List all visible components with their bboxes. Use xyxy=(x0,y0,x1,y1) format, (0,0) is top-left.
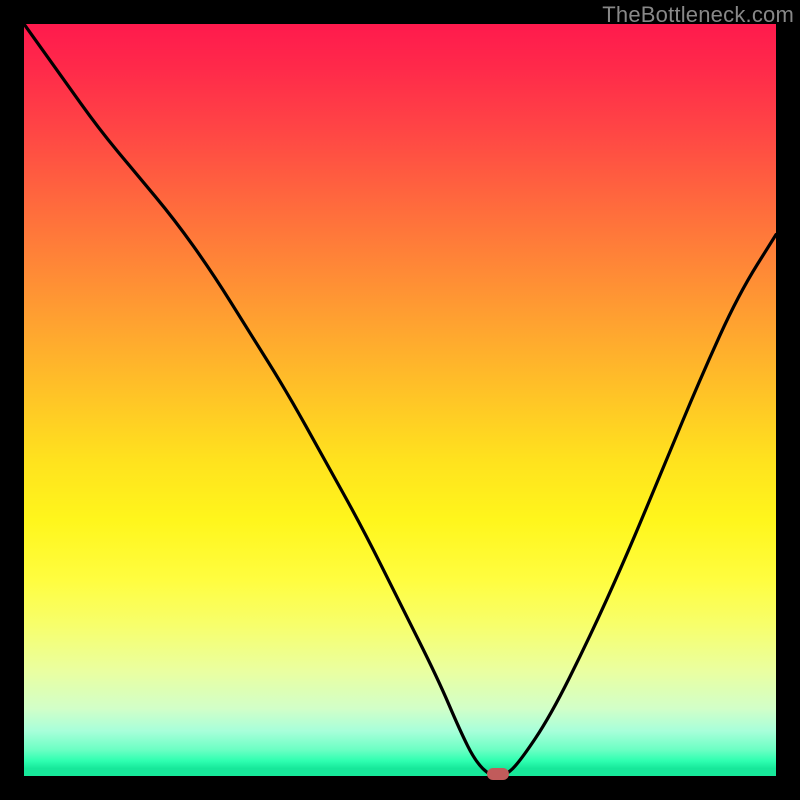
bottleneck-curve xyxy=(24,24,776,776)
plot-area xyxy=(24,24,776,776)
watermark-text: TheBottleneck.com xyxy=(602,2,794,28)
bottleneck-chart: TheBottleneck.com xyxy=(0,0,800,800)
minimum-marker xyxy=(487,768,509,780)
curve-svg xyxy=(24,24,776,776)
